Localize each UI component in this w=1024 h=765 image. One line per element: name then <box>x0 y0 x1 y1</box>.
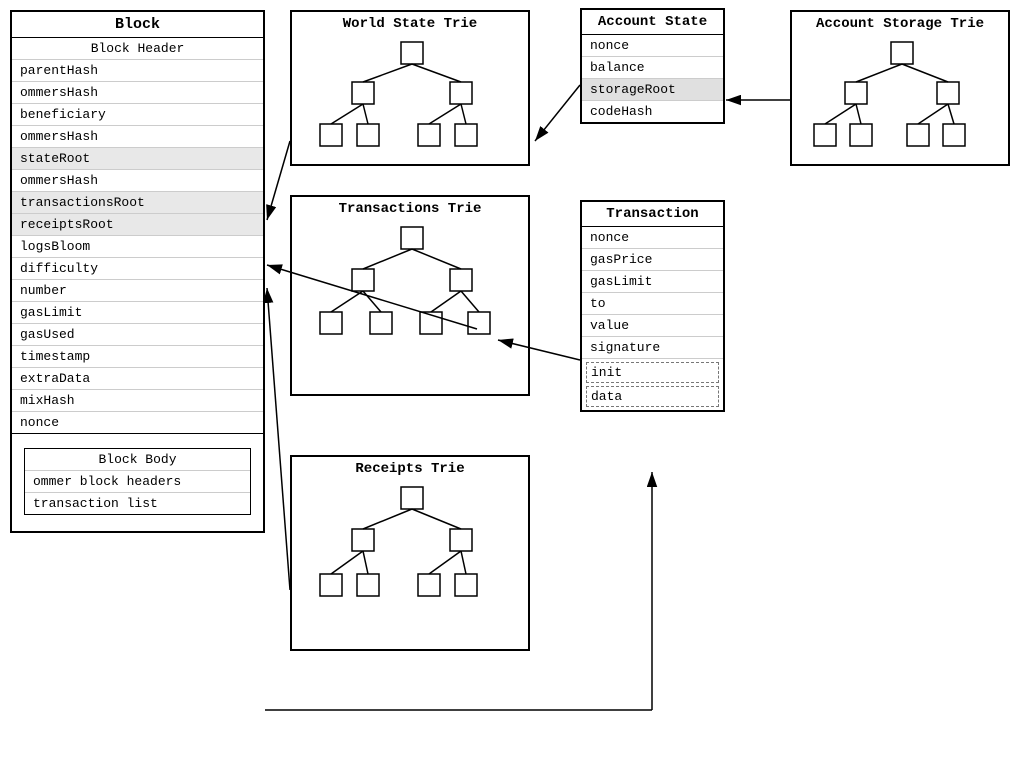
account-field-balance: balance <box>582 57 723 79</box>
field-difficulty: difficulty <box>12 258 263 280</box>
world-state-trie-box: World State Trie <box>290 10 530 166</box>
block-header-section: Block Header parentHash ommersHash benef… <box>12 38 263 434</box>
field-transaction-list: transaction list <box>25 493 250 514</box>
account-storage-trie-box: Account Storage Trie <box>790 10 1010 166</box>
transactions-tree-svg <box>292 219 532 394</box>
transaction-field-init: init <box>586 362 719 383</box>
receipts-trie-title: Receipts Trie <box>292 457 528 479</box>
world-state-trie-tree <box>292 34 528 164</box>
account-state-title: Account State <box>582 10 723 35</box>
field-extraData: extraData <box>12 368 263 390</box>
transaction-box: Transaction nonce gasPrice gasLimit to v… <box>580 200 725 412</box>
field-transactionsRoot: transactionsRoot <box>12 192 263 214</box>
field-beneficiary: beneficiary <box>12 104 263 126</box>
field-ommersHash3: ommersHash <box>12 170 263 192</box>
world-state-trie-title: World State Trie <box>292 12 528 34</box>
field-logsBloom: logsBloom <box>12 236 263 258</box>
field-gasUsed: gasUsed <box>12 324 263 346</box>
field-timestamp: timestamp <box>12 346 263 368</box>
transactions-trie-box: Transactions Trie <box>290 195 530 396</box>
transactions-trie-tree <box>292 219 528 394</box>
account-storage-tree-svg <box>792 34 1012 164</box>
receipts-tree-svg <box>292 479 532 649</box>
transaction-field-data: data <box>586 386 719 407</box>
account-field-storageRoot: storageRoot <box>582 79 723 101</box>
world-state-tree-svg <box>292 34 532 164</box>
block-panel: Block Block Header parentHash ommersHash… <box>10 10 265 533</box>
field-ommersHash2: ommersHash <box>12 126 263 148</box>
field-ommer-headers: ommer block headers <box>25 471 250 493</box>
account-storage-trie-title: Account Storage Trie <box>792 12 1008 34</box>
transaction-field-nonce: nonce <box>582 227 723 249</box>
worldstate-account-arrow <box>535 85 580 141</box>
receipts-trie-tree <box>292 479 528 649</box>
account-state-box: Account State nonce balance storageRoot … <box>580 8 725 124</box>
field-nonce: nonce <box>12 412 263 433</box>
field-parentHash: parentHash <box>12 60 263 82</box>
account-field-codeHash: codeHash <box>582 101 723 122</box>
block-body-section: Block Body ommer block headers transacti… <box>24 448 251 515</box>
account-field-nonce: nonce <box>582 35 723 57</box>
transaction-field-value: value <box>582 315 723 337</box>
transaction-field-to: to <box>582 293 723 315</box>
block-header-label: Block Header <box>12 38 263 60</box>
receipts-trie-box: Receipts Trie <box>290 455 530 651</box>
transaction-title: Transaction <box>582 202 723 227</box>
field-number: number <box>12 280 263 302</box>
field-receiptsRoot: receiptsRoot <box>12 214 263 236</box>
field-stateRoot: stateRoot <box>12 148 263 170</box>
transaction-field-gasLimit: gasLimit <box>582 271 723 293</box>
diagram-container: Block Block Header parentHash ommersHash… <box>0 0 1024 765</box>
transactions-trie-title: Transactions Trie <box>292 197 528 219</box>
receiptsroot-arrow <box>267 288 290 590</box>
account-storage-trie-tree <box>792 34 1008 164</box>
stateroot-arrow <box>267 141 290 220</box>
field-ommersHash1: ommersHash <box>12 82 263 104</box>
transaction-field-gasPrice: gasPrice <box>582 249 723 271</box>
block-body-label: Block Body <box>25 449 250 471</box>
field-gasLimit: gasLimit <box>12 302 263 324</box>
transaction-field-signature: signature <box>582 337 723 359</box>
field-mixHash: mixHash <box>12 390 263 412</box>
block-title: Block <box>12 12 263 38</box>
block-body-wrapper: Block Body ommer block headers transacti… <box>12 434 263 531</box>
